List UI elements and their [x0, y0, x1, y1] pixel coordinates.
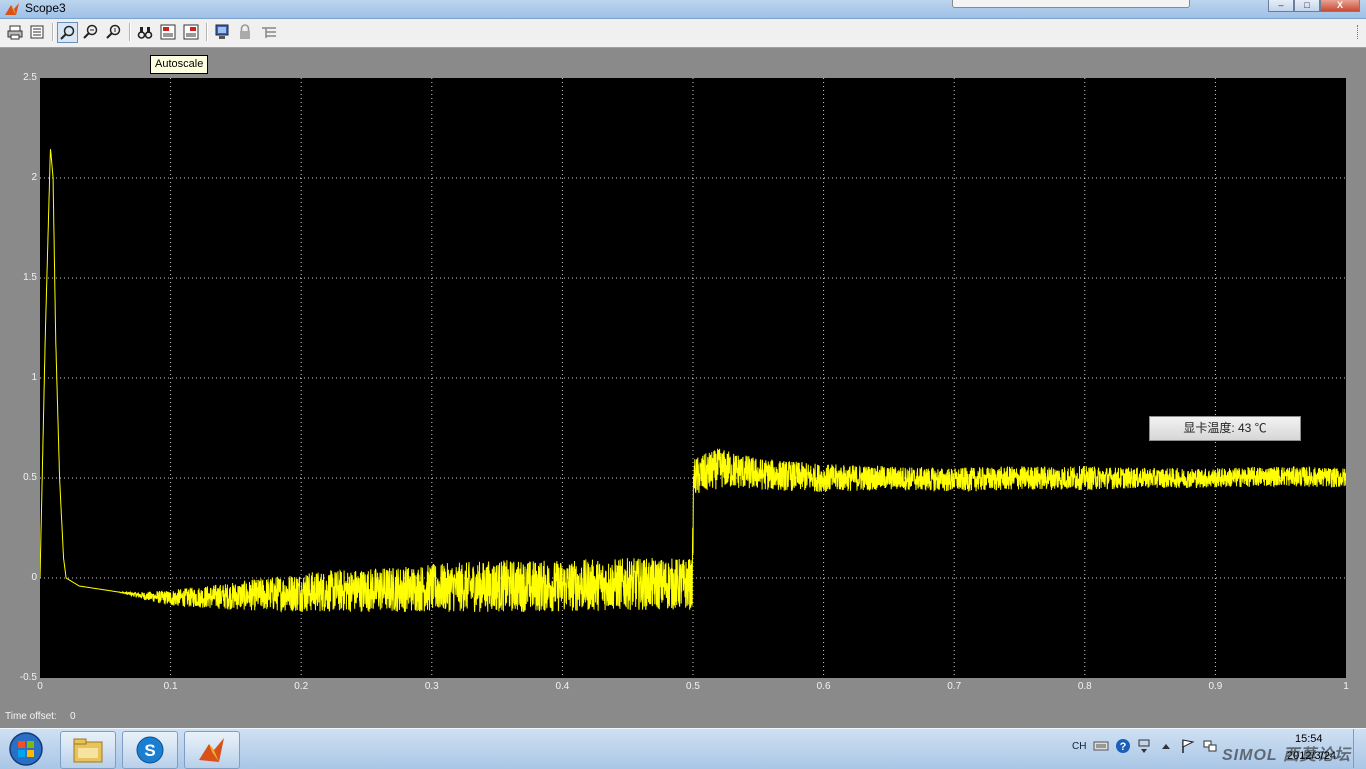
- x-tick-label: 1: [1343, 681, 1349, 692]
- action-center-flag-icon[interactable]: [1180, 738, 1196, 754]
- autoscale-tooltip: Autoscale: [150, 55, 209, 74]
- signal-selector-button[interactable]: [259, 22, 279, 42]
- x-tick-label: 0.4: [555, 681, 570, 692]
- x-tick-label: 0: [37, 681, 43, 692]
- keyboard-icon[interactable]: [1093, 738, 1109, 754]
- zoom-x-button[interactable]: [81, 22, 101, 42]
- x-tick-label: 0.6: [816, 681, 831, 692]
- gpu-temperature-widget[interactable]: 显卡温度: 43 ℃: [1149, 416, 1301, 441]
- time-offset-label: Time offset:: [5, 711, 57, 722]
- y-tick-label: 1.5: [23, 272, 37, 283]
- x-tick-label: 0.1: [163, 681, 178, 692]
- minimize-button[interactable]: –: [1268, 0, 1294, 12]
- help-icon[interactable]: ?: [1115, 738, 1131, 754]
- file-explorer-icon: [73, 738, 103, 763]
- save-axes-icon: [160, 24, 176, 40]
- zoom-button[interactable]: [57, 22, 78, 43]
- toolbar: [0, 19, 1366, 48]
- network-icon[interactable]: [1202, 738, 1218, 754]
- sogou-icon: S: [136, 736, 164, 764]
- y-tick-label: 1: [31, 372, 37, 383]
- y-tick-label: 0.5: [23, 472, 37, 483]
- x-tick-label: 0.2: [294, 681, 309, 692]
- title-bar: Scope3 – □ X: [0, 0, 1366, 19]
- autoscale-button[interactable]: [135, 22, 155, 42]
- float-scope-button[interactable]: [212, 22, 232, 42]
- matlab-icon: [199, 738, 224, 762]
- x-tick-label: 0.9: [1208, 681, 1223, 692]
- save-axes-button[interactable]: [158, 22, 178, 42]
- chevron-up-icon[interactable]: [1158, 738, 1174, 754]
- float-scope-icon: [215, 24, 229, 39]
- restore-axes-icon: [183, 24, 199, 40]
- scope-plot[interactable]: [40, 78, 1346, 678]
- time-offset-value: 0: [70, 711, 76, 722]
- svg-text:?: ?: [1120, 741, 1127, 753]
- autoscale-icon: [137, 27, 153, 39]
- window-controls: – □ X: [1268, 0, 1360, 12]
- zoom-x-icon: [83, 24, 98, 39]
- lock-icon: [240, 24, 250, 39]
- taskbar-sogou[interactable]: S: [122, 731, 178, 769]
- taskbar-matlab[interactable]: [184, 731, 240, 769]
- signal-selector-icon: [262, 27, 276, 38]
- restore-axes-button[interactable]: [181, 22, 201, 42]
- close-button[interactable]: X: [1320, 0, 1360, 12]
- x-tick-label: 0.7: [947, 681, 962, 692]
- y-tick-label: 2: [31, 172, 37, 183]
- window-title: Scope3: [25, 1, 66, 15]
- zoom-icon: [59, 25, 74, 40]
- scope-axes: [40, 78, 1346, 678]
- parameters-button[interactable]: [27, 22, 47, 42]
- taskbar-explorer[interactable]: [60, 731, 116, 769]
- x-tick-label: 0.3: [424, 681, 439, 692]
- zoom-y-icon: [106, 24, 121, 39]
- x-tick-label: 0.5: [686, 681, 700, 692]
- clock-time[interactable]: 15:54: [1295, 733, 1323, 745]
- parameters-icon: [30, 25, 44, 39]
- print-button[interactable]: [5, 22, 25, 42]
- clock-date[interactable]: 2012/3/24: [1287, 750, 1336, 762]
- lock-axes-button[interactable]: [235, 22, 255, 42]
- toolbar-handle[interactable]: [1357, 25, 1360, 39]
- y-tick-label: 2.5: [23, 72, 37, 83]
- ime-settings-icon[interactable]: [1136, 738, 1152, 754]
- svg-text:S: S: [144, 741, 155, 760]
- x-tick-label: 0.8: [1077, 681, 1092, 692]
- matlab-icon: [5, 3, 19, 15]
- maximize-button[interactable]: □: [1294, 0, 1320, 12]
- print-icon: [7, 25, 23, 40]
- zoom-y-button[interactable]: [104, 22, 124, 42]
- y-tick-label: 0: [31, 572, 37, 583]
- start-button[interactable]: [4, 731, 48, 767]
- language-indicator[interactable]: CH: [1072, 741, 1086, 752]
- show-desktop-button[interactable]: [1353, 729, 1366, 768]
- search-field[interactable]: [952, 0, 1190, 8]
